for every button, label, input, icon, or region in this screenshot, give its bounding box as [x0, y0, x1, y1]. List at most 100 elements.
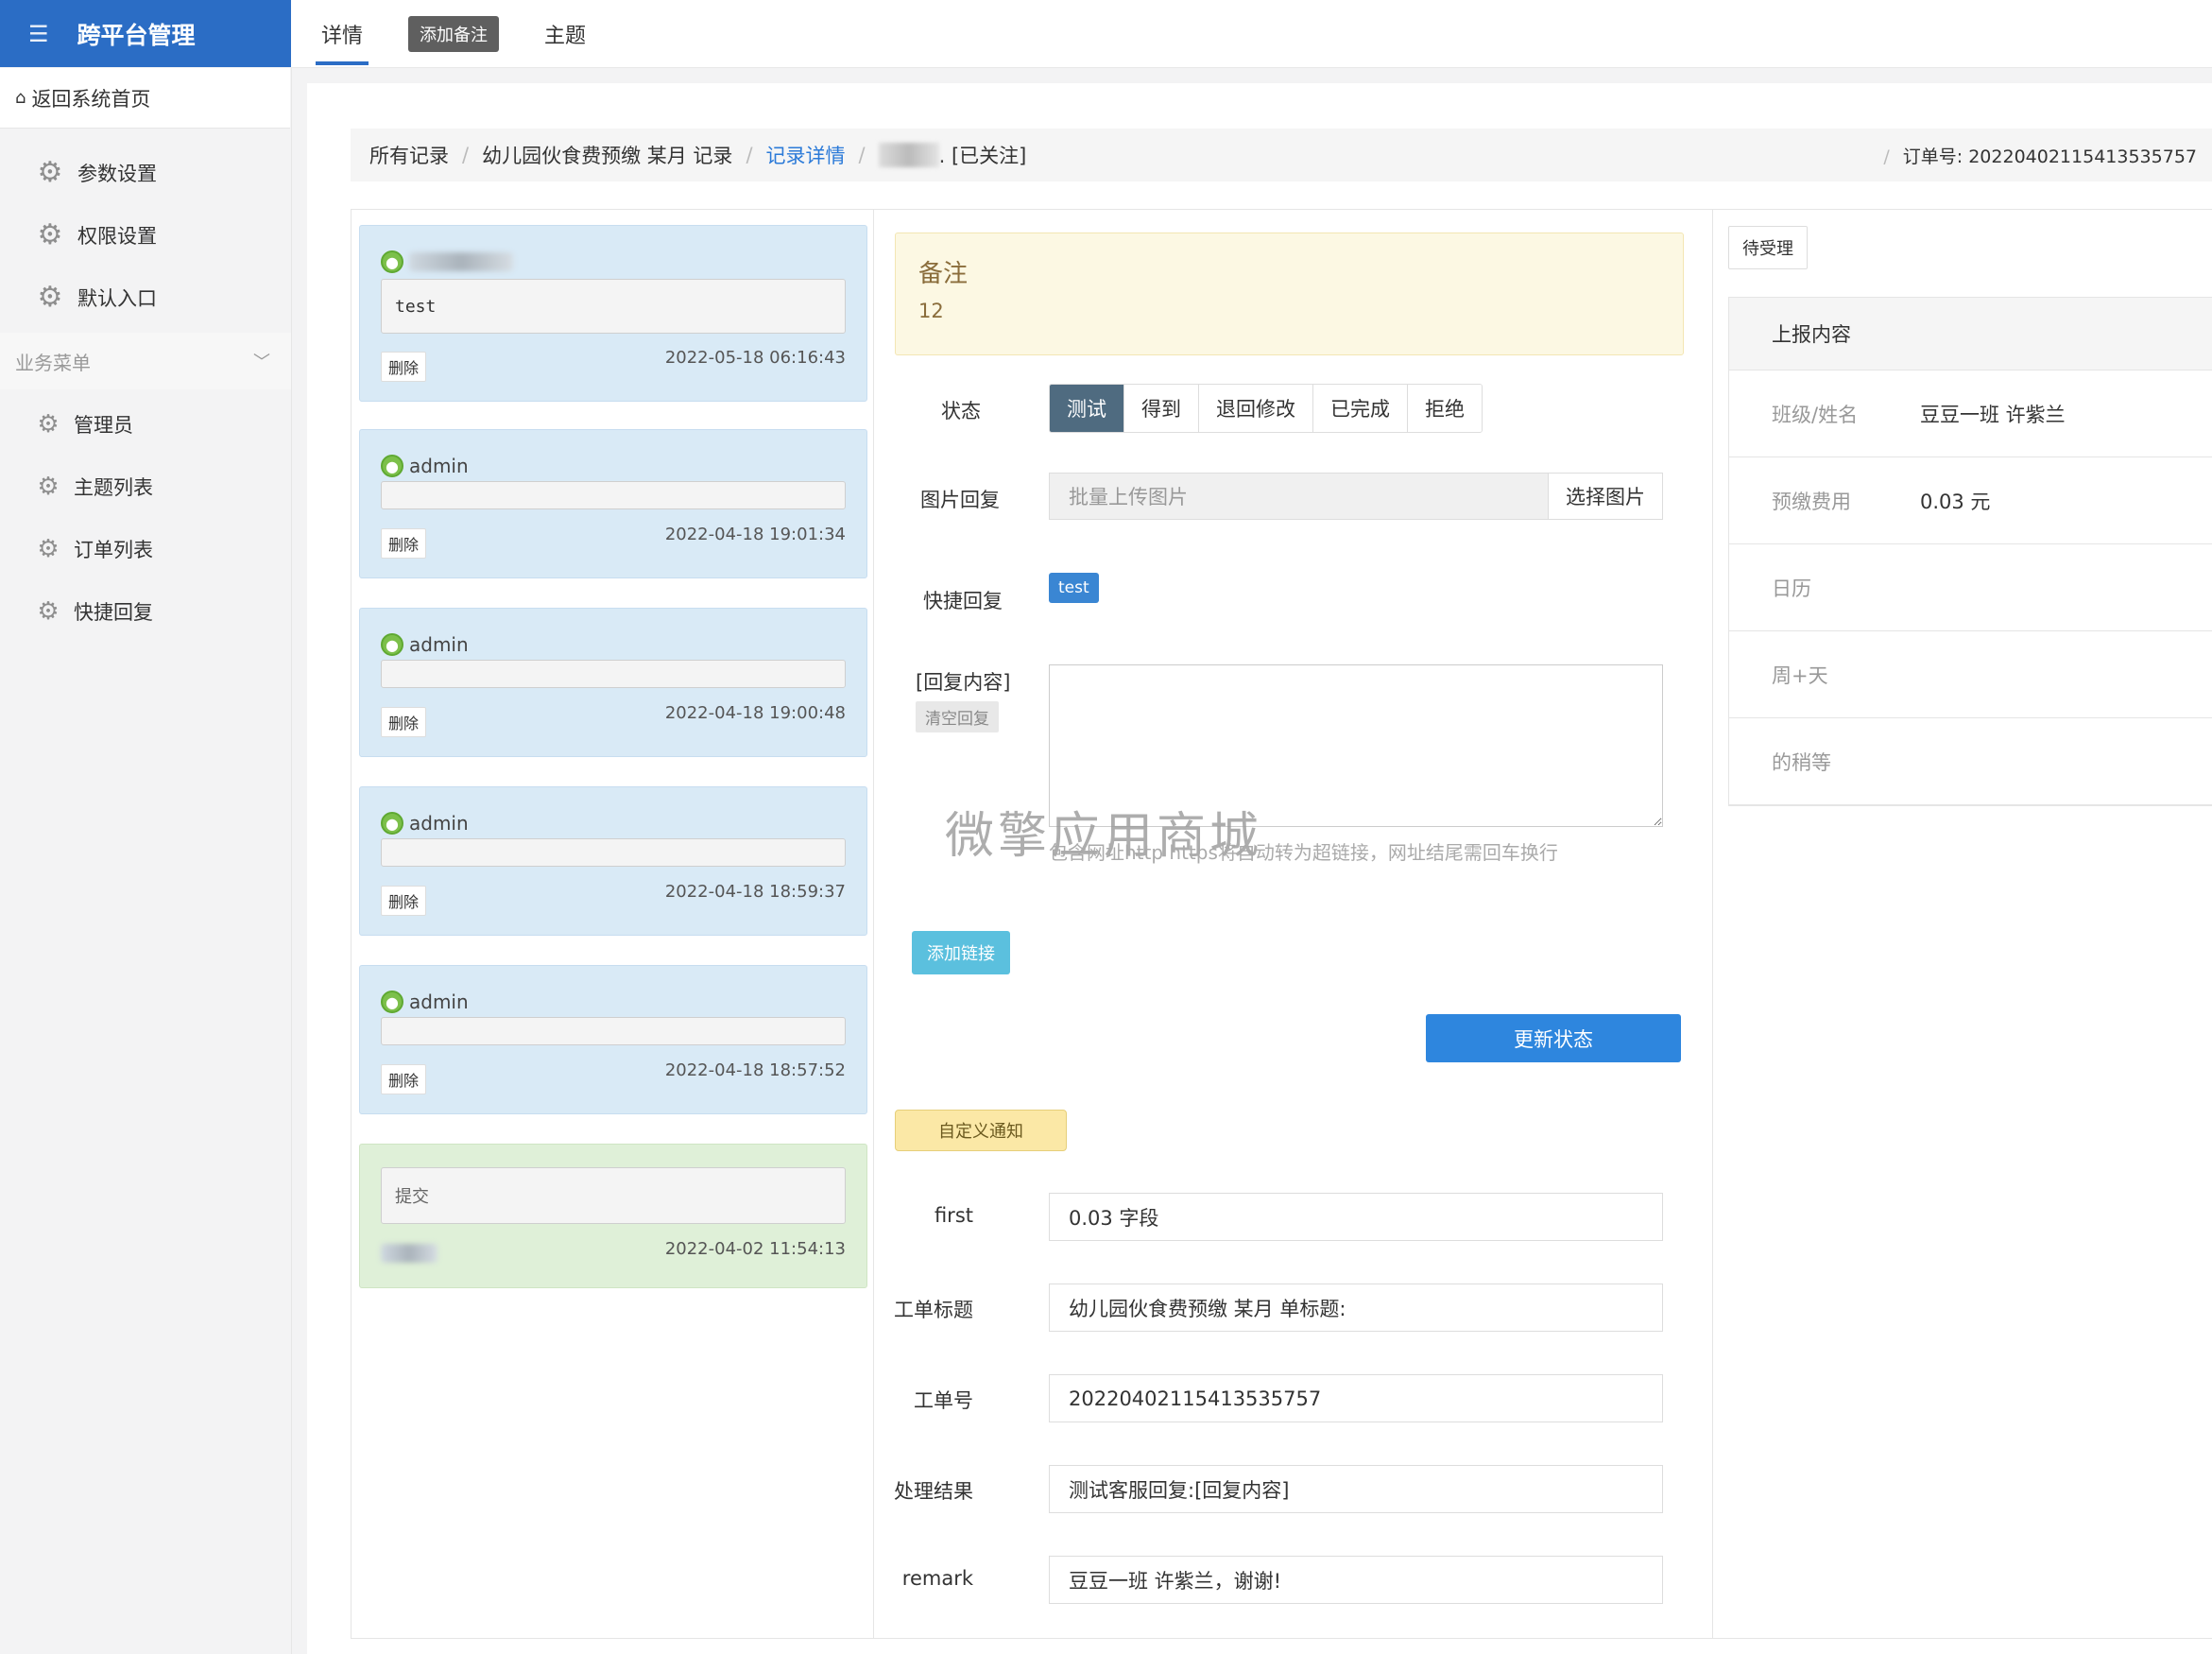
top-tabs: 详情 添加备注 主题: [291, 0, 2212, 68]
add-note-button[interactable]: 添加备注: [408, 15, 500, 52]
sidebar-item-label: 默认入口: [77, 287, 157, 310]
sidebar-item-label: 权限设置: [77, 225, 157, 248]
update-status-button[interactable]: 更新状态: [1426, 1014, 1681, 1062]
message-card: ● admin 删除 2022-04-18 18:57:52: [359, 965, 867, 1114]
quick-reply-label: 快捷回复: [923, 590, 1003, 612]
author-name: admin: [409, 991, 469, 1013]
submit-time: 2022-04-02 11:54:13: [664, 1239, 846, 1259]
field-label: first: [934, 1204, 973, 1227]
report-row: 的稍等: [1729, 718, 2212, 805]
home-icon: ⌂: [15, 88, 26, 108]
field-row-first: first 0.03 字段: [874, 1193, 1712, 1241]
menu-toggle-icon[interactable]: ☰: [28, 21, 49, 47]
order-number: / 订单号: 20220402115413535757: [1883, 146, 2197, 167]
sidebar-item-quick-reply[interactable]: ⚙ 快捷回复: [0, 580, 291, 643]
submit-card: 提交 2022-04-02 11:54:13: [359, 1144, 867, 1288]
message-list: ● test 删除 2022-05-18 06:16:43 ● admin 删除…: [352, 210, 874, 1638]
gear-icon: ⚙: [37, 281, 63, 314]
note-box: 备注 12: [895, 233, 1684, 355]
field-label: 工单号: [914, 1389, 973, 1412]
status-option-done[interactable]: 已完成: [1313, 385, 1408, 432]
avatar-icon: ●: [381, 812, 403, 835]
status-option-reject[interactable]: 拒绝: [1408, 385, 1482, 432]
gear-icon: ⚙: [37, 156, 63, 189]
field-input[interactable]: 幼儿园伙食费预缴 某月 单标题:: [1049, 1284, 1663, 1332]
tab-theme[interactable]: 主题: [516, 0, 614, 67]
report-value: 豆豆一班 许紫兰: [1920, 403, 2066, 426]
message-content: [381, 481, 846, 509]
report-row: 班级/姓名 豆豆一班 许紫兰: [1729, 370, 2212, 457]
message-content: [381, 660, 846, 688]
message-author: ●: [381, 250, 513, 273]
avatar-icon: ●: [381, 991, 403, 1013]
report-key: 日历: [1772, 577, 1811, 600]
message-time: 2022-04-18 19:00:48: [664, 703, 846, 723]
tab-label: 详情: [321, 24, 364, 48]
status-option-received[interactable]: 得到: [1124, 385, 1199, 432]
breadcrumb-all[interactable]: 所有记录: [369, 141, 449, 169]
gear-icon: ⚙: [37, 597, 60, 626]
detail-panels: ● test 删除 2022-05-18 06:16:43 ● admin 删除…: [351, 209, 2212, 1639]
tab-detail[interactable]: 详情: [293, 0, 391, 67]
sidebar-item-params[interactable]: ⚙ 参数设置: [0, 142, 291, 204]
report-key: 预缴费用: [1772, 490, 1851, 513]
field-input[interactable]: 20220402115413535757: [1049, 1374, 1663, 1422]
quick-reply-tag[interactable]: test: [1049, 573, 1099, 603]
sidebar-item-label: 管理员: [74, 414, 133, 437]
choose-image-button[interactable]: 选择图片: [1548, 474, 1662, 519]
breadcrumb: 所有记录 / 幼儿园伙食费预缴 某月 记录 / 记录详情 / . [已关注] /…: [351, 129, 2212, 181]
image-upload-input[interactable]: 批量上传图片: [1050, 474, 1548, 519]
delete-button[interactable]: 删除: [381, 707, 427, 737]
message-author: ● admin: [381, 455, 469, 477]
breadcrumb-separator: /: [462, 144, 470, 166]
gear-icon: ⚙: [37, 410, 60, 439]
delete-button[interactable]: 删除: [381, 1064, 427, 1094]
author-name: admin: [409, 812, 469, 835]
report-row: 预缴费用 0.03 元: [1729, 457, 2212, 544]
delete-button[interactable]: 删除: [381, 886, 427, 916]
sidebar-item-permissions[interactable]: ⚙ 权限设置: [0, 204, 291, 267]
message-card: ● test 删除 2022-05-18 06:16:43: [359, 225, 867, 402]
field-row-title: 工单标题 幼儿园伙食费预缴 某月 单标题:: [874, 1284, 1712, 1332]
custom-notice-button[interactable]: 自定义通知: [895, 1110, 1067, 1151]
message-author: ● admin: [381, 991, 469, 1013]
pending-badge[interactable]: 待受理: [1728, 226, 1808, 269]
home-link[interactable]: ⌂ 返回系统首页: [0, 68, 290, 129]
gear-icon: ⚙: [37, 218, 63, 251]
message-card: ● admin 删除 2022-04-18 18:59:37: [359, 786, 867, 936]
message-card: ● admin 删除 2022-04-18 19:00:48: [359, 608, 867, 757]
author-name: admin: [409, 455, 469, 477]
order-number-text: 订单号: 20220402115413535757: [1902, 146, 2197, 167]
message-content: [381, 1017, 846, 1045]
delete-button[interactable]: 删除: [381, 528, 427, 559]
sidebar-item-orders[interactable]: ⚙ 订单列表: [0, 518, 291, 580]
breadcrumb-followed: . [已关注]: [938, 145, 1027, 167]
field-label: 处理结果: [894, 1480, 973, 1503]
sidebar-item-label: 参数设置: [77, 163, 157, 185]
avatar-icon: ●: [381, 250, 403, 273]
blurred-avatar: [878, 143, 939, 167]
breadcrumb-detail[interactable]: 记录详情: [766, 141, 846, 169]
report-panel: 待受理 上报内容 班级/姓名 豆豆一班 许紫兰 预缴费用 0.03 元 日历 周…: [1713, 210, 2212, 1638]
add-link-button[interactable]: 添加链接: [912, 931, 1010, 974]
breadcrumb-record[interactable]: 幼儿园伙食费预缴 某月 记录: [482, 141, 732, 169]
field-input[interactable]: 0.03 字段: [1049, 1193, 1663, 1241]
status-option-test[interactable]: 测试: [1050, 385, 1124, 432]
delete-button[interactable]: 删除: [381, 352, 427, 382]
sidebar-item-admins[interactable]: ⚙ 管理员: [0, 393, 291, 456]
field-input[interactable]: 豆豆一班 许紫兰，谢谢!: [1049, 1556, 1663, 1604]
report-value: 0.03 元: [1920, 490, 1991, 513]
field-input[interactable]: 测试客服回复:[回复内容]: [1049, 1465, 1663, 1513]
sidebar-item-label: 主题列表: [74, 476, 153, 499]
sidebar-item-topics[interactable]: ⚙ 主题列表: [0, 456, 291, 518]
home-link-label: 返回系统首页: [31, 87, 151, 111]
sidebar-item-default-entry[interactable]: ⚙ 默认入口: [0, 267, 291, 329]
image-upload: 批量上传图片 选择图片: [1049, 473, 1663, 520]
sidebar: ☰ 跨平台管理 ⌂ 返回系统首页 ⚙ 参数设置 ⚙ 权限设置 ⚙ 默认入口 业务…: [0, 0, 292, 1654]
message-time: 2022-04-18 18:59:37: [664, 882, 846, 902]
note-value: 12: [918, 300, 944, 322]
brand-bar: ☰ 跨平台管理: [0, 0, 291, 67]
clear-reply-button[interactable]: 清空回复: [916, 701, 999, 732]
status-option-return[interactable]: 退回修改: [1199, 385, 1313, 432]
sidebar-section-business[interactable]: 业务菜单 ﹀: [0, 333, 291, 389]
